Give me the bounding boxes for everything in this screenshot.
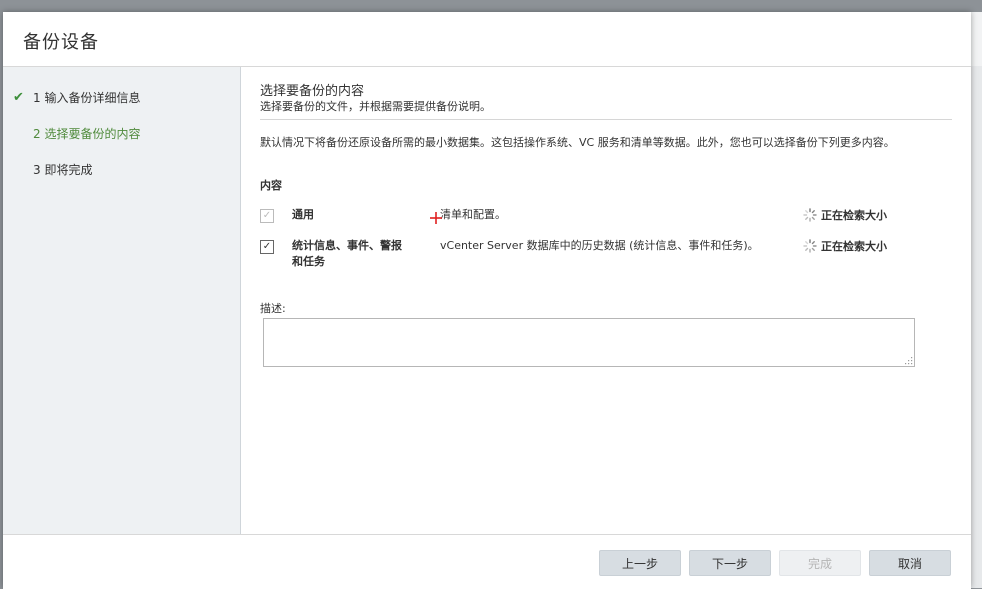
status-text: 正在检索大小: [821, 209, 887, 222]
next-button[interactable]: 下一步: [689, 550, 771, 576]
wizard-steps-sidebar: ✔ 1 输入备份详细信息 2 选择要备份的内容 3 即将完成: [3, 67, 241, 534]
cancel-button[interactable]: 取消: [869, 550, 951, 576]
item-description: vCenter Server 数据库中的历史数据 (统计信息、事件和任务)。: [440, 239, 759, 252]
resize-grip-icon[interactable]: [905, 357, 913, 365]
main-content: 选择要备份的内容 选择要备份的文件，并根据需要提供备份说明。 默认情况下将备份还…: [241, 67, 971, 534]
section-subtitle: 选择要备份的文件，并根据需要提供备份说明。: [260, 100, 491, 113]
finish-button[interactable]: 完成: [779, 550, 861, 576]
step-label: 1 输入备份详细信息: [33, 91, 141, 105]
step-label: 2 选择要备份的内容: [33, 127, 141, 141]
step-enter-backup-details[interactable]: ✔ 1 输入备份详细信息: [13, 89, 140, 106]
item-description: 清单和配置。: [440, 208, 506, 221]
dialog-header: 备份设备: [3, 12, 971, 67]
notes-label: 描述:: [260, 302, 286, 315]
checkmark-icon: ✔: [13, 90, 24, 105]
general-checkbox[interactable]: ✓: [260, 209, 274, 223]
divider: [260, 119, 952, 120]
backup-dialog: 备份设备 ✔ 1 输入备份详细信息 2 选择要备份的内容 3 即将完成 选择要备…: [3, 12, 971, 589]
step-label: 3 即将完成: [33, 163, 93, 177]
dialog-footer: 上一步 下一步 完成 取消: [3, 534, 971, 589]
notes-textarea[interactable]: [263, 318, 915, 367]
section-description: 默认情况下将备份还原设备所需的最小数据集。这包括操作系统、VC 服务和清单等数据…: [260, 136, 895, 149]
item-name: 通用: [292, 208, 314, 221]
backdrop: [0, 0, 982, 12]
back-button[interactable]: 上一步: [599, 550, 681, 576]
item-name: 统计信息、事件、警报和任务: [292, 239, 402, 268]
background-window-edge: [971, 12, 982, 588]
status-text: 正在检索大小: [821, 240, 887, 253]
dialog-title: 备份设备: [23, 32, 99, 53]
item-status: 正在检索大小: [803, 207, 887, 223]
step-ready-to-complete[interactable]: 3 即将完成: [13, 161, 92, 178]
spinner-icon: [803, 239, 817, 253]
crosshair-cursor-icon: [430, 212, 442, 224]
item-status: 正在检索大小: [803, 238, 887, 254]
content-label: 内容: [260, 179, 282, 192]
spinner-icon: [803, 208, 817, 222]
section-title: 选择要备份的内容: [260, 84, 365, 99]
stats-events-checkbox[interactable]: ✓: [260, 240, 274, 254]
step-select-content[interactable]: 2 选择要备份的内容: [13, 125, 140, 142]
